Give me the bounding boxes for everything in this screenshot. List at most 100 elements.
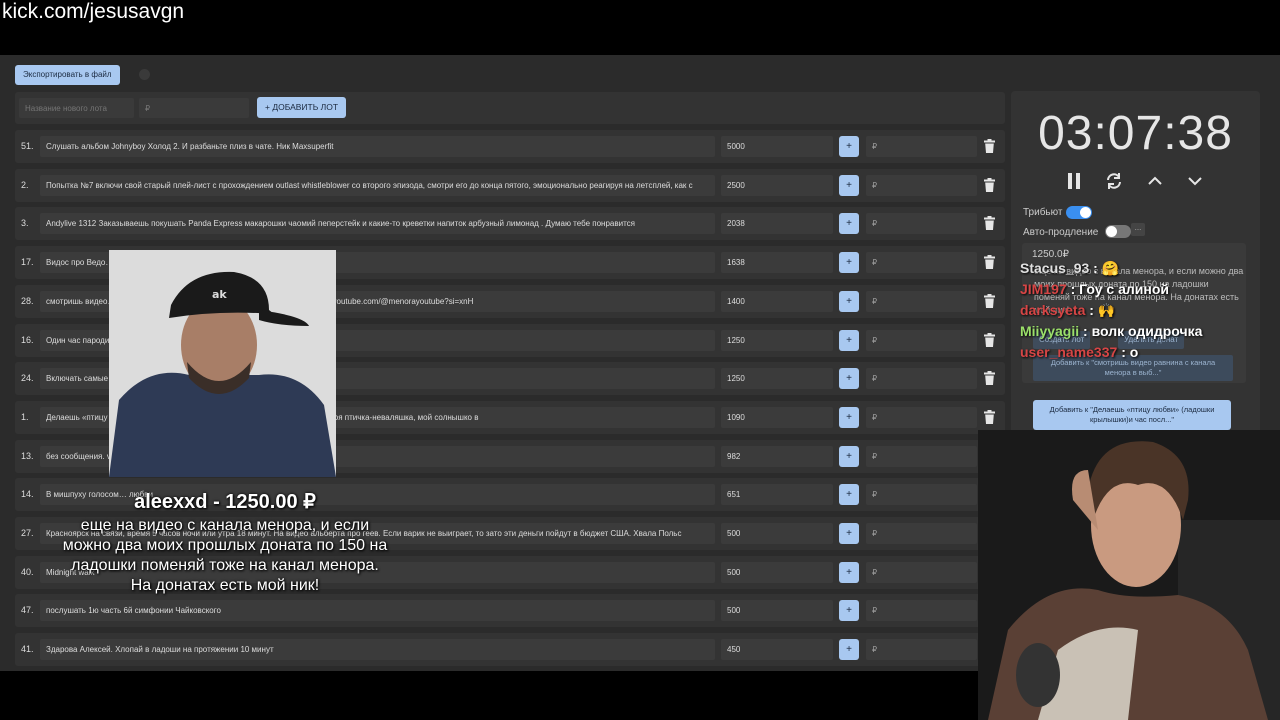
autoextend-label: Авто-продление <box>1023 227 1099 238</box>
lot-add-amount-input[interactable]: ₽ <box>866 290 977 312</box>
chat-text: : 🙌 <box>1089 302 1116 318</box>
lot-add-button[interactable]: + <box>839 213 859 235</box>
donation-alert-title: aleexxd - 1250.00 ₽ <box>134 491 316 513</box>
trash-icon[interactable] <box>984 216 995 231</box>
chevron-down-icon[interactable] <box>1185 171 1205 191</box>
lot-add-amount-input[interactable]: ₽ <box>866 484 977 506</box>
lot-add-amount-input[interactable]: ₽ <box>866 406 977 428</box>
trash-icon[interactable] <box>984 409 995 424</box>
lot-name-field[interactable]: Попытка №7 включи свой старый плей-лист … <box>40 174 715 196</box>
lot-add-button[interactable]: + <box>839 368 859 390</box>
lot-add-button[interactable]: + <box>839 406 859 428</box>
lot-name-field[interactable]: послушать 1ю часть 6й симфонии Чайковско… <box>40 600 715 622</box>
chevron-up-icon[interactable] <box>1145 171 1165 191</box>
lot-amount-field[interactable]: 2500 <box>721 174 833 196</box>
pause-icon[interactable] <box>1064 171 1084 191</box>
lot-amount-field[interactable]: 500 <box>721 561 833 583</box>
lot-add-button[interactable]: + <box>839 600 859 622</box>
lot-number: 40. <box>21 566 34 577</box>
tribute-label: Трибьют <box>1023 207 1063 218</box>
add-to-lot-button-2[interactable]: Добавить к "Делаешь «птицу любви» (ладош… <box>1033 400 1231 430</box>
chat-text: : 🤗 <box>1093 260 1120 276</box>
chat-username[interactable]: user_name337 <box>1020 344 1117 360</box>
lot-number: 2. <box>21 179 29 190</box>
trash-icon[interactable] <box>984 332 995 347</box>
lot-amount-field[interactable]: 5000 <box>721 136 833 157</box>
lot-amount-field[interactable]: 1400 <box>721 290 833 312</box>
lot-add-button[interactable]: + <box>839 445 859 467</box>
trash-icon[interactable] <box>984 255 995 270</box>
lot-add-button[interactable]: + <box>839 561 859 583</box>
tribute-toggle[interactable] <box>1066 206 1092 219</box>
lot-add-button[interactable]: + <box>839 639 859 661</box>
timer-display: 03:07:38 <box>1038 107 1233 160</box>
add-lot-row: + ДОБАВИТЬ ЛОТ <box>15 92 1005 124</box>
lot-amount-field[interactable]: 450 <box>721 639 833 661</box>
chat-username[interactable]: JIM197 <box>1020 281 1067 297</box>
lot-add-amount-input[interactable]: ₽ <box>866 213 977 235</box>
lot-amount-field[interactable]: 500 <box>721 523 833 544</box>
streamer-webcam <box>978 430 1280 720</box>
new-lot-name-input[interactable] <box>19 98 134 118</box>
lot-add-button[interactable]: + <box>839 174 859 196</box>
reset-icon[interactable] <box>1104 171 1124 191</box>
donation-alert-text: еще на видео с канала менора, и если мож… <box>62 517 388 594</box>
channel-url: kick.com/jesusavgn <box>2 0 185 23</box>
lot-add-amount-input[interactable]: ₽ <box>866 174 977 196</box>
lot-add-amount-input[interactable]: ₽ <box>866 523 977 544</box>
lot-add-button[interactable]: + <box>839 484 859 506</box>
lot-add-button[interactable]: + <box>839 329 859 351</box>
autoextend-toggle[interactable] <box>1105 225 1131 238</box>
trash-icon[interactable] <box>984 293 995 308</box>
lot-name-field[interactable]: Слушать альбом Johnyboy Холод 2. И разба… <box>40 136 715 157</box>
trash-icon[interactable] <box>984 177 995 192</box>
lot-add-amount-input[interactable]: ₽ <box>866 329 977 351</box>
lot-add-amount-input[interactable]: ₽ <box>866 136 977 157</box>
lot-number: 47. <box>21 605 34 616</box>
lot-add-amount-input[interactable]: ₽ <box>866 445 977 467</box>
chat-username[interactable]: darksyeta <box>1020 302 1085 318</box>
trash-icon[interactable] <box>984 139 995 153</box>
more-options-button[interactable]: ... <box>1131 223 1145 236</box>
donor-video-overlay: ak <box>109 250 336 477</box>
lot-row: 51. Слушать альбом Johnyboy Холод 2. И ра… <box>15 130 1005 163</box>
lot-amount-field[interactable]: 1638 <box>721 252 833 274</box>
new-lot-price-input[interactable] <box>139 98 249 118</box>
chat-message: darksyeta : 🙌 <box>1020 300 1280 321</box>
lot-name-field[interactable]: Andylive 1312 Заказываешь покушать Panda… <box>40 213 715 235</box>
lot-amount-field[interactable]: 1250 <box>721 329 833 351</box>
status-dot-icon <box>139 69 150 80</box>
chat-username[interactable]: Miiyyagii <box>1020 323 1079 339</box>
lot-amount-field[interactable]: 1090 <box>721 406 833 428</box>
chat-message: JIM197 : Гоу с алиной <box>1020 279 1280 300</box>
lot-number: 3. <box>21 218 29 229</box>
lot-add-amount-input[interactable]: ₽ <box>866 600 977 622</box>
lot-add-button[interactable]: + <box>839 136 859 157</box>
lot-amount-field[interactable]: 651 <box>721 484 833 506</box>
add-lot-button[interactable]: + ДОБАВИТЬ ЛОТ <box>257 97 347 118</box>
lot-number: 14. <box>21 489 34 500</box>
lot-add-button[interactable]: + <box>839 290 859 312</box>
lot-add-amount-input[interactable]: ₽ <box>866 252 977 274</box>
lot-amount-field[interactable]: 500 <box>721 600 833 622</box>
lot-amount-field[interactable]: 982 <box>721 445 833 467</box>
chat-username[interactable]: Stacus_93 <box>1020 260 1089 276</box>
trash-icon[interactable] <box>984 371 995 386</box>
stream-frame: kick.com/jesusavgn Экспортировать в файл… <box>0 0 1280 720</box>
lot-row: 41. Здарова Алексей. Хлопай в ладоши на п… <box>15 633 1005 667</box>
lot-number: 24. <box>21 373 34 384</box>
lot-amount-field[interactable]: 2038 <box>721 213 833 235</box>
lot-number: 1. <box>21 411 29 422</box>
lot-number: 27. <box>21 528 34 538</box>
lot-amount-field[interactable]: 1250 <box>721 368 833 390</box>
chat-message: Miiyyagii : волк одидрочка <box>1020 321 1280 342</box>
lot-add-button[interactable]: + <box>839 523 859 544</box>
export-button[interactable]: Экспортировать в файл <box>15 65 120 85</box>
lot-add-amount-input[interactable]: ₽ <box>866 561 977 583</box>
lot-row: 3. Andylive 1312 Заказываешь покушать Pan… <box>15 207 1005 241</box>
lot-name-field[interactable]: Здарова Алексей. Хлопай в ладоши на прот… <box>40 639 715 661</box>
lot-add-amount-input[interactable]: ₽ <box>866 639 977 661</box>
chat-message: Stacus_93 : 🤗 <box>1020 258 1280 279</box>
lot-add-button[interactable]: + <box>839 252 859 274</box>
lot-add-amount-input[interactable]: ₽ <box>866 368 977 390</box>
